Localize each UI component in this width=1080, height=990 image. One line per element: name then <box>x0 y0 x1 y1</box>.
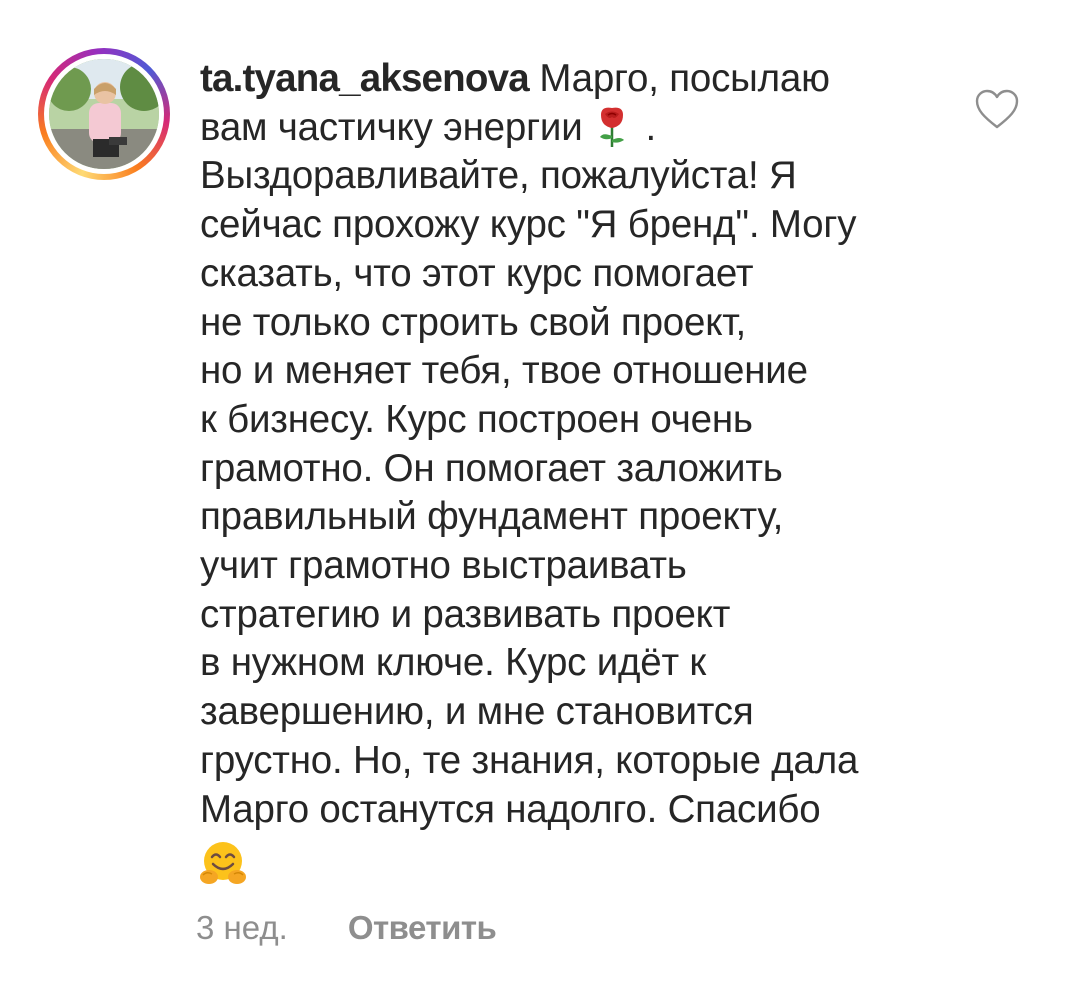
comment-line: ta.tyana_aksenova Марго, посылаю <box>200 55 940 104</box>
comment-line: вам частичку энергии . <box>200 104 940 153</box>
comment-text: ta.tyana_aksenova Марго, посылаю вам час… <box>200 55 940 888</box>
comment-line: правильный фундамент проекту, <box>200 495 784 539</box>
comment-timestamp: 3 нед. <box>196 909 288 946</box>
comment-text-segment: Марго, посылаю <box>528 57 830 100</box>
hugging-face-emoji-icon <box>200 842 246 885</box>
comment-line: грамотно. Он помогает заложить <box>200 446 783 490</box>
comment-line: грустно. Но, те знания, которые дала <box>200 738 859 782</box>
comment-line: но и меняет тебя, твое отношение <box>200 349 808 393</box>
rose-emoji-icon <box>600 107 625 147</box>
comment-line: не только строить свой проект, <box>200 300 746 344</box>
avatar-story-ring[interactable] <box>38 48 170 180</box>
comment-text-segment: вам частичку энергии <box>200 105 594 149</box>
comment-item: ta.tyana_aksenova Марго, посылаю вам час… <box>0 0 1080 990</box>
comment-line: сказать, что этот курс помогает <box>200 251 754 295</box>
comment-line: сейчас прохожу курс "Я бренд". Могу <box>200 203 857 247</box>
username-link[interactable]: ta.tyana_aksenova <box>200 57 530 100</box>
comment-text-segment: . <box>635 105 657 149</box>
comment-line: Марго останутся надолго. Спасибо <box>200 787 821 831</box>
comment-line: в нужном ключе. Курс идёт к <box>200 641 707 685</box>
heart-outline-icon <box>975 89 1019 129</box>
comment-line: стратегию и развивать проект <box>200 592 731 636</box>
comment-line: учит грамотно выстраивать <box>200 544 687 588</box>
avatar-photo <box>49 59 159 169</box>
comment-meta: 3 нед. Ответить <box>196 906 497 950</box>
reply-button[interactable]: Ответить <box>348 906 497 950</box>
comment-line <box>200 834 940 888</box>
comment-line: завершению, и мне становится <box>200 690 754 734</box>
comment-line: Выздоравливайте, пожалуйста! Я <box>200 154 797 198</box>
comment-line: к бизнесу. Курс построен очень <box>200 397 753 441</box>
like-button[interactable] <box>974 88 1020 130</box>
avatar[interactable] <box>49 59 159 169</box>
